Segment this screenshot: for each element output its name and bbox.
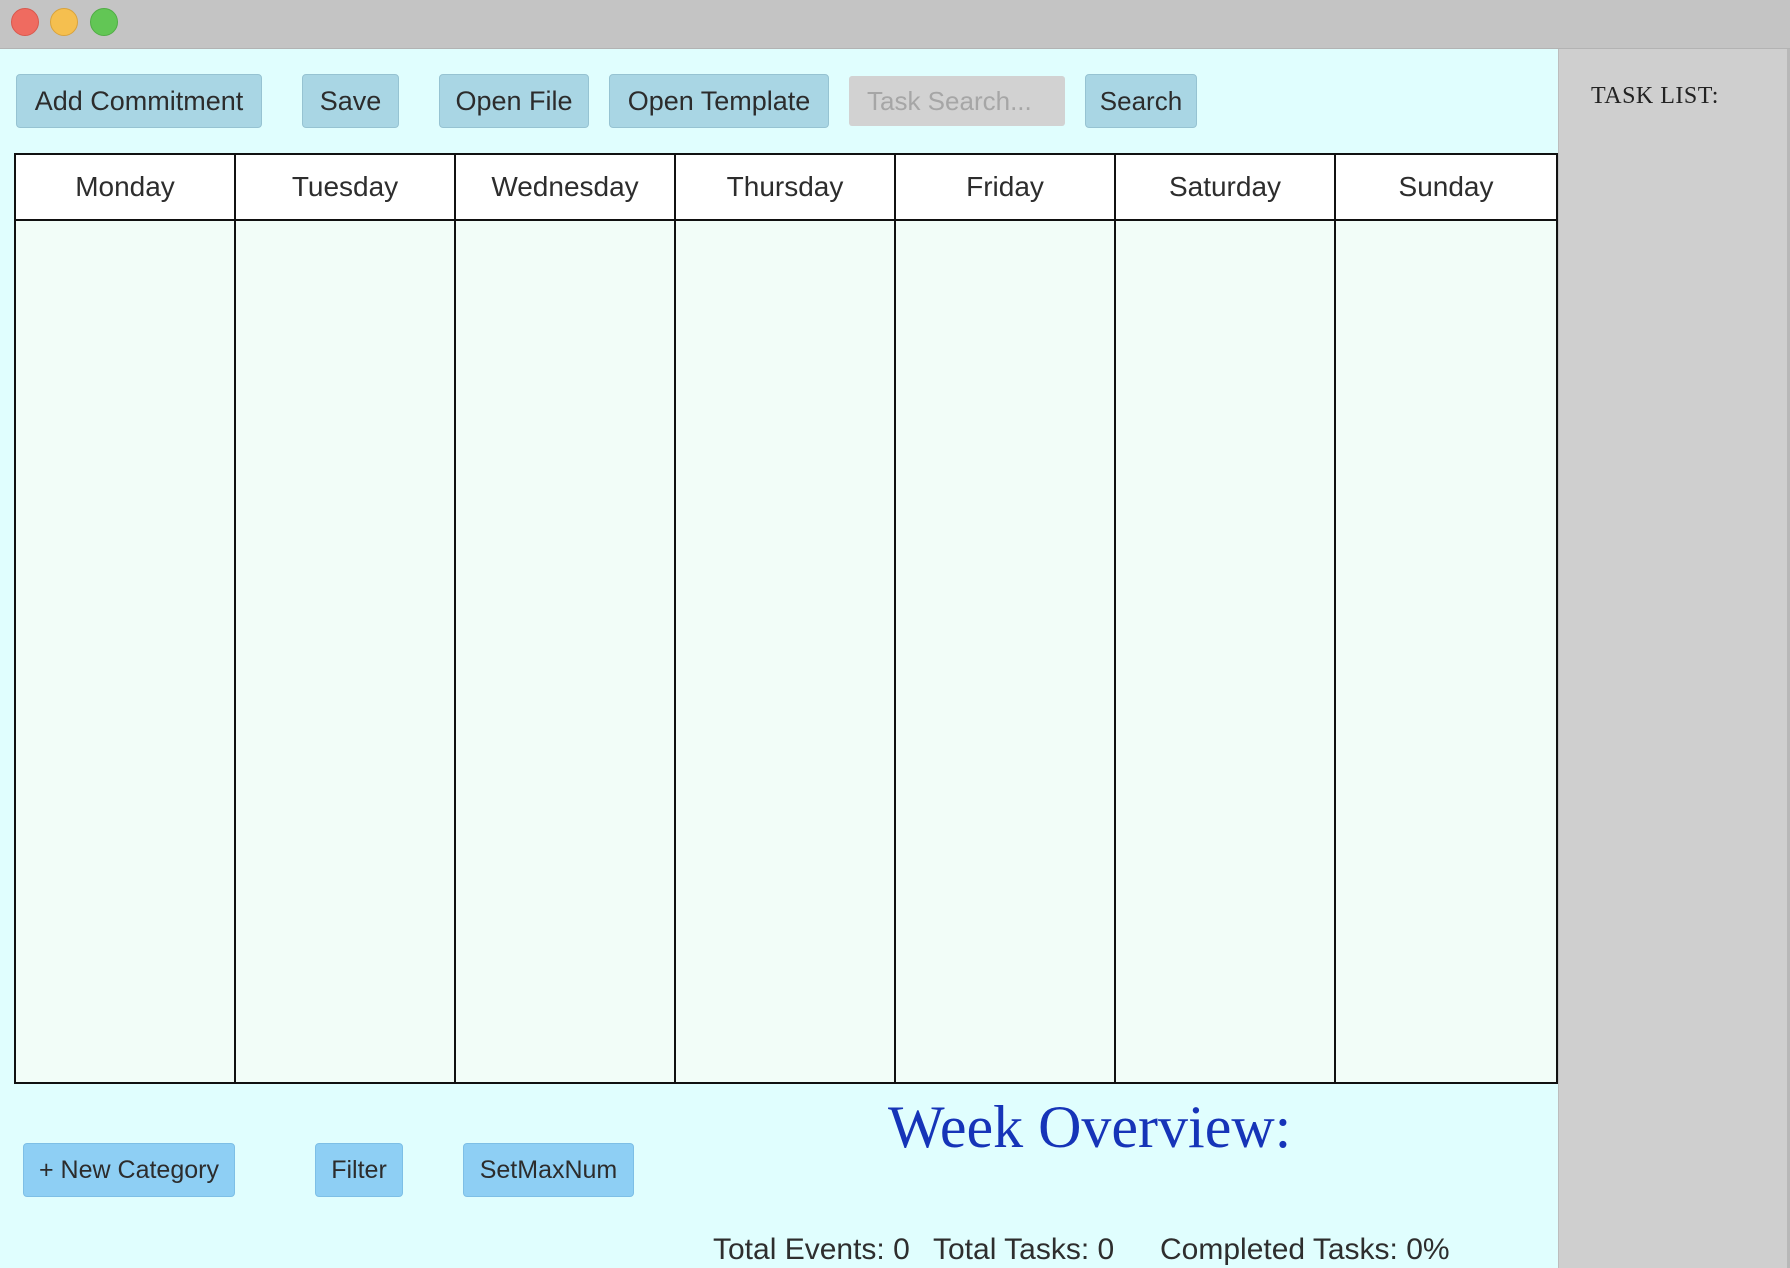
set-max-num-button[interactable]: SetMaxNum	[463, 1143, 634, 1197]
planner-main-area: Add Commitment Save Open File Open Templ…	[0, 49, 1558, 1268]
window-titlebar	[0, 0, 1790, 49]
total-events-stat: Total Events: 0	[713, 1233, 910, 1266]
day-column-sunday[interactable]	[1336, 221, 1556, 1082]
task-search-input[interactable]	[849, 76, 1065, 126]
day-header-tuesday: Tuesday	[236, 155, 456, 221]
filter-button[interactable]: Filter	[315, 1143, 403, 1197]
day-header-saturday: Saturday	[1116, 155, 1336, 221]
day-header-wednesday: Wednesday	[456, 155, 676, 221]
close-window-button[interactable]	[11, 8, 39, 36]
day-header-thursday: Thursday	[676, 155, 896, 221]
minimize-window-button[interactable]	[50, 8, 78, 36]
day-column-wednesday[interactable]	[456, 221, 676, 1082]
day-header-sunday: Sunday	[1336, 155, 1556, 221]
day-header-monday: Monday	[16, 155, 236, 221]
open-file-button[interactable]: Open File	[439, 74, 589, 128]
day-column-tuesday[interactable]	[236, 221, 456, 1082]
day-column-friday[interactable]	[896, 221, 1116, 1082]
week-overview-title: Week Overview:	[888, 1094, 1292, 1160]
search-button[interactable]: Search	[1085, 74, 1197, 128]
day-column-saturday[interactable]	[1116, 221, 1336, 1082]
add-commitment-button[interactable]: Add Commitment	[16, 74, 262, 128]
week-calendar-grid: Monday Tuesday Wednesday Thursday Friday…	[14, 153, 1558, 1084]
total-tasks-stat: Total Tasks: 0	[933, 1233, 1115, 1266]
open-template-button[interactable]: Open Template	[609, 74, 829, 128]
task-list-panel: TASK LIST:	[1558, 49, 1790, 1268]
maximize-window-button[interactable]	[90, 8, 118, 36]
day-column-thursday[interactable]	[676, 221, 896, 1082]
save-button[interactable]: Save	[302, 74, 399, 128]
day-header-friday: Friday	[896, 155, 1116, 221]
new-category-button[interactable]: + New Category	[23, 1143, 235, 1197]
day-column-monday[interactable]	[16, 221, 236, 1082]
task-list-title: TASK LIST:	[1591, 83, 1719, 109]
completed-tasks-stat: Completed Tasks: 0%	[1160, 1233, 1450, 1266]
